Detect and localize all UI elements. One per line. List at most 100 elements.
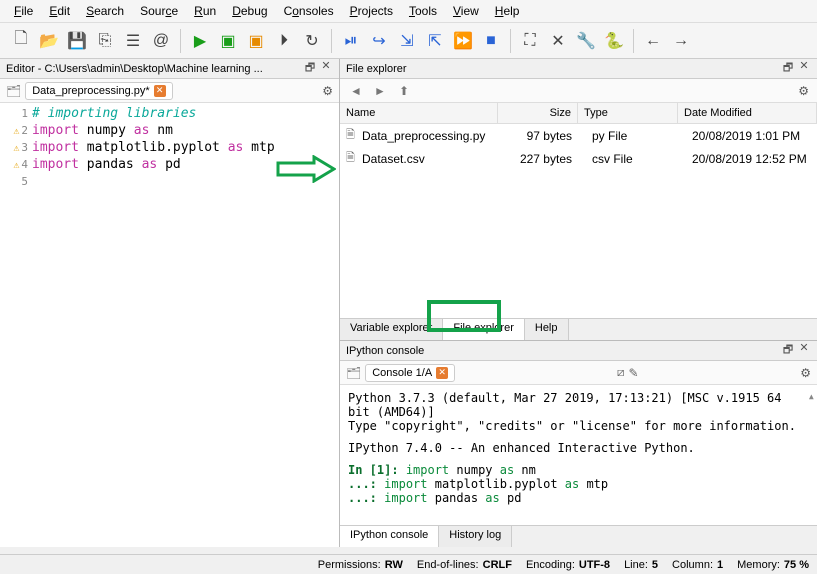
console-banner: IPython 7.4.0 -- An enhanced Interactive… <box>348 441 809 455</box>
new-file-icon[interactable]: 🗋 <box>8 28 34 54</box>
clear-icon[interactable]: ✎ <box>628 366 638 380</box>
undock-icon[interactable]: 🗗 <box>781 59 795 78</box>
status-encoding: Encoding: UTF-8 <box>526 559 610 571</box>
file-row[interactable]: 🗎 Data_preprocessing.py 97 bytes py File… <box>340 124 817 147</box>
status-permissions: Permissions: RW <box>318 559 403 571</box>
save-all-icon[interactable]: ⎘ <box>92 28 118 54</box>
file-icon: 🗎 <box>346 149 362 168</box>
file-explorer-header: File explorer 🗗✕ <box>340 59 817 79</box>
back-icon[interactable]: ← <box>640 28 666 54</box>
crossed-tools-icon[interactable]: ✕ <box>545 28 571 54</box>
console-tab[interactable]: Console 1/A ✕ <box>365 364 455 382</box>
col-type[interactable]: Type <box>578 103 678 123</box>
file-icon: 🗎 <box>346 126 362 145</box>
status-memory: Memory: 75 % <box>737 559 809 571</box>
run-cell-advance-icon[interactable]: ▣ <box>243 28 269 54</box>
run-cell-icon[interactable]: ▣ <box>215 28 241 54</box>
col-date[interactable]: Date Modified <box>678 103 817 123</box>
menu-debug[interactable]: Debug <box>224 2 275 20</box>
editor-tab-row: 🗂 Data_preprocessing.py* ✕ ⚙ <box>0 79 339 103</box>
rerun-icon[interactable]: ↻ <box>299 28 325 54</box>
continue-icon[interactable]: ⏩ <box>450 28 476 54</box>
forward-icon[interactable]: → <box>668 28 694 54</box>
code-line-4: import pandas as pd <box>32 157 181 172</box>
code-line-2: import numpy as nm <box>32 123 173 138</box>
console-tab-row: 🗂 Console 1/A ✕ ⧄ ✎ ⚙ <box>340 361 817 385</box>
editor-header: Editor - C:\Users\admin\Desktop\Machine … <box>0 59 339 79</box>
stop-debug-icon[interactable]: ■ <box>478 28 504 54</box>
save-icon[interactable]: 💾 <box>64 28 90 54</box>
gear-icon[interactable]: ⚙ <box>800 366 811 380</box>
tab-history[interactable]: History log <box>439 526 512 547</box>
nav-back-icon[interactable]: ◄ <box>348 84 364 98</box>
tab-help[interactable]: Help <box>525 319 569 340</box>
menu-source[interactable]: Source <box>132 2 186 20</box>
menu-projects[interactable]: Projects <box>342 2 401 20</box>
main-toolbar: 🗋 📂 💾 ⎘ ☰ @ ▶ ▣ ▣ ⏵ ↻ ⏯ ↪ ⇲ ⇱ ⏩ ■ ⛶ ✕ 🔧 … <box>0 23 817 59</box>
close-tab-icon[interactable]: ✕ <box>154 85 166 97</box>
file-list: 🗎 Data_preprocessing.py 97 bytes py File… <box>340 124 817 318</box>
run-selection-icon[interactable]: ⏵ <box>271 28 297 54</box>
list-icon[interactable]: ☰ <box>120 28 146 54</box>
undock-icon[interactable]: 🗗 <box>303 59 317 78</box>
gear-icon[interactable]: ⚙ <box>322 84 333 98</box>
console-banner: Python 3.7.3 (default, Mar 27 2019, 17:1… <box>348 391 809 419</box>
menu-consoles[interactable]: Consoles <box>276 2 342 20</box>
menu-file[interactable]: File <box>6 2 41 20</box>
menu-edit[interactable]: Edit <box>41 2 78 20</box>
close-pane-icon[interactable]: ✕ <box>797 341 811 360</box>
browse-tabs-icon[interactable]: 🗂 <box>6 84 21 98</box>
open-file-icon[interactable]: 📂 <box>36 28 62 54</box>
close-pane-icon[interactable]: ✕ <box>319 59 333 78</box>
console-in: In [1]: import numpy as nm <box>348 463 809 477</box>
file-row[interactable]: 🗎 Dataset.csv 227 bytes csv File 20/08/2… <box>340 147 817 170</box>
col-name[interactable]: Name <box>340 103 498 123</box>
run-icon[interactable]: ▶ <box>187 28 213 54</box>
annotation-arrow <box>276 155 336 183</box>
step-out-icon[interactable]: ⇱ <box>422 28 448 54</box>
ipython-title: IPython console <box>346 345 781 357</box>
scroll-up-icon[interactable]: ▴ <box>808 389 815 403</box>
menu-tools[interactable]: Tools <box>401 2 445 20</box>
nav-up-icon[interactable]: ⬆ <box>396 84 412 98</box>
nav-forward-icon[interactable]: ► <box>372 84 388 98</box>
col-size[interactable]: Size <box>498 103 578 123</box>
close-tab-icon[interactable]: ✕ <box>436 367 448 379</box>
console-tab-label: Console 1/A <box>372 367 432 379</box>
wrench-icon[interactable]: 🔧 <box>573 28 599 54</box>
step-over-icon[interactable]: ↪ <box>366 28 392 54</box>
menu-help[interactable]: Help <box>487 2 528 20</box>
status-line: Line: 5 <box>624 559 658 571</box>
interrupt-icon[interactable]: ⧄ <box>617 365 625 380</box>
debug-icon[interactable]: ⏯ <box>338 28 364 54</box>
menu-search[interactable]: Search <box>78 2 132 20</box>
python-icon[interactable]: 🐍 <box>601 28 627 54</box>
tab-ipython[interactable]: IPython console <box>340 526 439 547</box>
code-line-3: import matplotlib.pyplot as mtp <box>32 140 275 155</box>
close-pane-icon[interactable]: ✕ <box>797 59 811 78</box>
console-output[interactable]: ▴ Python 3.7.3 (default, Mar 27 2019, 17… <box>340 385 817 525</box>
editor-pane: Editor - C:\Users\admin\Desktop\Machine … <box>0 59 340 547</box>
menu-view[interactable]: View <box>445 2 487 20</box>
explorer-tabs: Variable explorer File explorer Help <box>340 318 817 340</box>
file-list-header: Name Size Type Date Modified <box>340 103 817 124</box>
ipython-header: IPython console 🗗✕ <box>340 341 817 361</box>
gear-icon[interactable]: ⚙ <box>798 84 809 98</box>
console-banner: Type "copyright", "credits" or "license"… <box>348 419 809 433</box>
editor-file-tab[interactable]: Data_preprocessing.py* ✕ <box>25 82 172 100</box>
menu-bar: File Edit Search Source Run Debug Consol… <box>0 0 817 23</box>
status-eol: End-of-lines: CRLF <box>417 559 512 571</box>
at-icon[interactable]: @ <box>148 28 174 54</box>
console-cont: ...: import matplotlib.pyplot as mtp <box>348 477 809 491</box>
code-line-1: # importing libraries <box>32 106 196 121</box>
maximize-icon[interactable]: ⛶ <box>517 28 543 54</box>
tab-filename: Data_preprocessing.py* <box>32 85 149 97</box>
browse-tabs-icon[interactable]: 🗂 <box>346 366 361 380</box>
menu-run[interactable]: Run <box>186 2 224 20</box>
undock-icon[interactable]: 🗗 <box>781 341 795 360</box>
status-column: Column: 1 <box>672 559 723 571</box>
explorer-nav: ◄ ► ⬆ ⚙ <box>340 79 817 103</box>
file-explorer-title: File explorer <box>346 63 781 75</box>
console-cont: ...: import pandas as pd <box>348 491 809 505</box>
step-into-icon[interactable]: ⇲ <box>394 28 420 54</box>
